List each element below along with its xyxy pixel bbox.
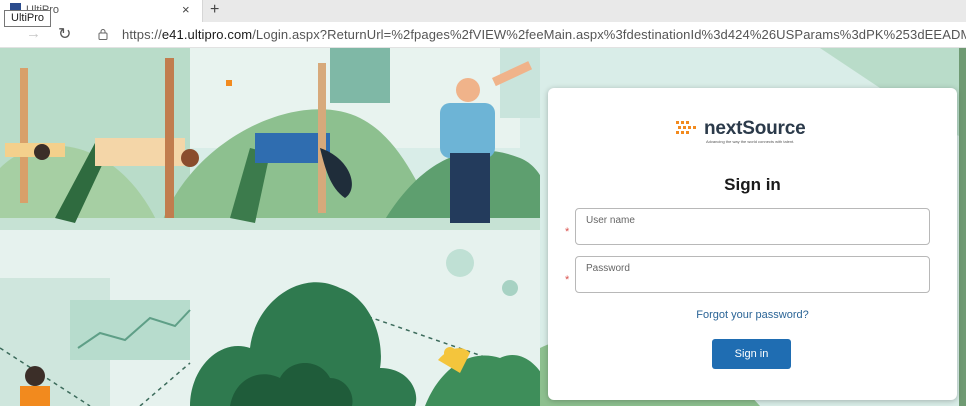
tab-strip: UltiPro × +: [0, 0, 966, 22]
login-page: nextSource Advancing the way the world c…: [0, 48, 966, 406]
nextsource-logo: nextSource Advancing the way the world c…: [676, 118, 836, 144]
lock-icon[interactable]: [98, 28, 108, 40]
sign-in-button[interactable]: Sign in: [712, 339, 791, 369]
forgot-password-link[interactable]: Forgot your password?: [548, 309, 957, 321]
tab-tooltip: UltiPro: [4, 10, 52, 27]
right-edge-strip: [959, 48, 966, 406]
logo-text: nextSource: [704, 118, 806, 139]
password-field[interactable]: Password: [575, 256, 930, 293]
password-label: Password: [586, 263, 630, 274]
close-tab-icon[interactable]: ×: [182, 2, 190, 17]
logo-dots-icon: [676, 121, 696, 134]
url-prefix: https://: [122, 27, 162, 42]
username-label: User name: [586, 215, 635, 226]
browser-window: UltiPro × + UltiPro → ↻ https://e41.ulti…: [0, 0, 966, 406]
address-bar[interactable]: https://e41.ultipro.com/Login.aspx?Retur…: [122, 27, 966, 42]
new-tab-icon[interactable]: +: [210, 0, 219, 20]
sign-in-title: Sign in: [724, 175, 781, 194]
refresh-icon[interactable]: ↻: [58, 24, 71, 44]
url-path: /Login.aspx?ReturnUrl=%2fpages%2fVIEW%2f…: [252, 27, 966, 42]
browser-toolbar: → ↻ https://e41.ultipro.com/Login.aspx?R…: [0, 22, 966, 48]
logo-tagline: Advancing the way the world connects wit…: [706, 139, 795, 144]
login-card: nextSource Advancing the way the world c…: [548, 88, 957, 400]
forward-icon[interactable]: →: [26, 25, 41, 42]
password-required-marker: *: [565, 274, 570, 286]
url-host: e41.ultipro.com: [161, 27, 253, 42]
username-field[interactable]: User name: [575, 208, 930, 245]
username-required-marker: *: [565, 226, 570, 238]
